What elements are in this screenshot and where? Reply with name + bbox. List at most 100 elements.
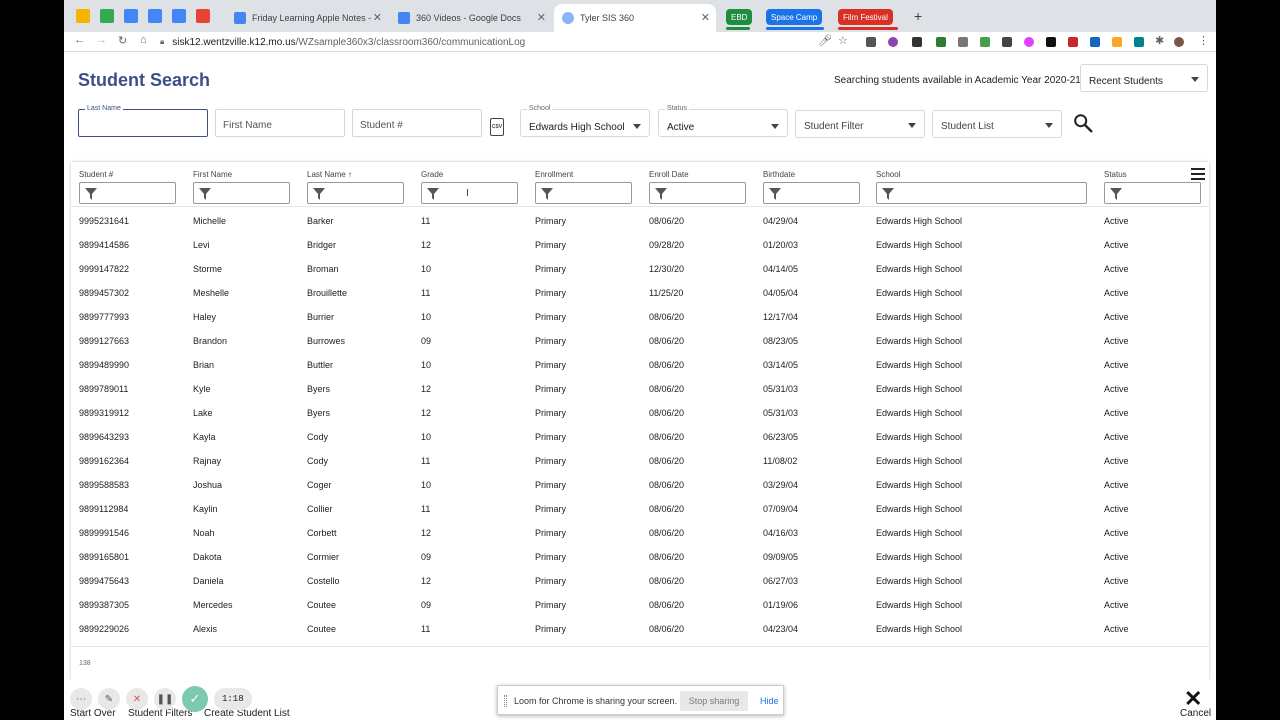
extension-icon[interactable]	[936, 37, 946, 47]
microphone-icon[interactable]: 🎤︎	[818, 34, 832, 47]
table-row[interactable]: 9899165801 Dakota Cormier 09 Primary 08/06/20…	[71, 545, 1209, 569]
reload-icon[interactable]: ↻	[118, 34, 127, 47]
kebab-menu-icon[interactable]: ⋮	[1198, 34, 1209, 47]
csv-export-icon[interactable]: CSV	[490, 118, 504, 136]
table-row[interactable]: 9899991546 Noah Corbett 12 Primary 08/06/20 04…	[71, 521, 1209, 545]
cell-enrollment: Primary	[535, 336, 566, 346]
column-header-last-name[interactable]: Last Name ↑	[307, 170, 352, 179]
table-row[interactable]: 9899475643 Daniela Costello 12 Primary 08/06/…	[71, 569, 1209, 593]
more-options-icon[interactable]: ⋯	[70, 688, 92, 710]
address-bar[interactable]: 🔒︎ sisk12.wentzville.k12.mo.us/WZsample3…	[160, 34, 860, 50]
first-name-field[interactable]: First Name	[215, 109, 345, 137]
filter-school[interactable]	[876, 182, 1087, 204]
extension-icon[interactable]	[1134, 37, 1144, 47]
column-header-first-name[interactable]: First Name	[193, 170, 232, 179]
hide-button[interactable]: Hide	[760, 696, 779, 706]
filter-last-name[interactable]	[307, 182, 404, 204]
table-row[interactable]: 9899588583 Joshua Coger 10 Primary 08/06/20 03…	[71, 473, 1209, 497]
extension-icon[interactable]	[1068, 37, 1078, 47]
grid-menu-icon[interactable]	[1191, 168, 1205, 183]
column-header-enrollment[interactable]: Enrollment	[535, 170, 573, 179]
table-row[interactable]: 9899414586 Levi Bridger 12 Primary 09/28/20 01…	[71, 233, 1209, 257]
table-row[interactable]: 9899127663 Brandon Burrowes 09 Primary 08/06/…	[71, 329, 1209, 353]
tab-360-videos[interactable]: 360 Videos - Google Docs ✕	[390, 4, 552, 32]
filter-first-name[interactable]	[193, 182, 290, 204]
table-row[interactable]: 9899777993 Haley Burrier 10 Primary 08/06/20 1…	[71, 305, 1209, 329]
search-icon[interactable]	[1072, 112, 1094, 134]
table-row[interactable]: 9899112984 Kaylin Collier 11 Primary 08/06/20…	[71, 497, 1209, 521]
extension-icon[interactable]	[888, 37, 898, 47]
finish-recording-icon[interactable]: ✓	[182, 686, 208, 712]
pinned-tab-classroom-icon[interactable]	[124, 9, 138, 23]
pinned-tab-drive-icon[interactable]	[100, 9, 114, 23]
student-number-field[interactable]: Student #	[352, 109, 482, 137]
table-row[interactable]: 9899489990 Brian Buttler 10 Primary 08/06/20 0…	[71, 353, 1209, 377]
tab-group-space-camp[interactable]: Space Camp	[766, 9, 823, 25]
extension-icon[interactable]	[1046, 37, 1056, 47]
cell-enroll-date: 08/06/20	[649, 480, 685, 490]
tab-group-ebd-underline	[726, 27, 750, 30]
bookmark-star-icon[interactable]: ☆	[838, 34, 848, 47]
extension-icon[interactable]	[866, 37, 876, 47]
new-tab-button[interactable]: +	[914, 8, 922, 24]
table-row[interactable]: 9999147822 Storme Broman 10 Primary 12/30/20 0…	[71, 257, 1209, 281]
pinned-tab-gmail-icon[interactable]	[196, 9, 210, 23]
column-header-grade[interactable]: Grade	[421, 170, 443, 179]
close-tab-icon[interactable]: ✕	[701, 11, 710, 24]
last-name-input[interactable]	[85, 120, 195, 131]
profile-avatar[interactable]	[1174, 37, 1184, 47]
column-header-status[interactable]: Status	[1104, 170, 1127, 179]
extension-icon[interactable]	[1024, 37, 1034, 47]
table-row[interactable]: 9899457302 Meshelle Brouillette 11 Primary 11…	[71, 281, 1209, 305]
column-header-school[interactable]: School	[876, 170, 900, 179]
filter-status[interactable]	[1104, 182, 1201, 204]
extension-icon[interactable]	[1090, 37, 1100, 47]
extension-icon[interactable]	[980, 37, 990, 47]
pause-icon[interactable]: ❚❚	[154, 688, 176, 710]
cell-enrollment: Primary	[535, 408, 566, 418]
pinned-tab-keep-icon[interactable]	[76, 9, 90, 23]
cancel-button[interactable]: Cancel	[1180, 708, 1211, 719]
filter-enrollment[interactable]	[535, 182, 632, 204]
home-icon[interactable]: ⌂	[140, 34, 147, 46]
extension-icon[interactable]	[1112, 37, 1122, 47]
forward-icon[interactable]: →	[96, 34, 107, 46]
stop-sharing-button[interactable]: Stop sharing	[680, 691, 748, 711]
cancel-recording-icon[interactable]: ✕	[126, 688, 148, 710]
close-tab-icon[interactable]: ✕	[537, 11, 546, 24]
filter-student-number[interactable]	[79, 182, 176, 204]
tab-group-film-festival[interactable]: Film Festival	[838, 9, 893, 25]
filter-birthdate[interactable]	[763, 182, 860, 204]
column-header-student-number[interactable]: Student #	[79, 170, 113, 179]
tab-group-ebd[interactable]: EBD	[726, 9, 753, 25]
status-value: Active	[667, 122, 695, 133]
puzzle-extensions-icon[interactable]: ✱	[1155, 34, 1164, 47]
table-row[interactable]: 9995231641 Michelle Barker 11 Primary 08/06/2…	[71, 209, 1209, 233]
close-tab-icon[interactable]: ✕	[373, 11, 382, 24]
extension-icon[interactable]	[1002, 37, 1012, 47]
tab-friday-learning[interactable]: Friday Learning Apple Notes - ✕	[226, 4, 388, 32]
column-header-enroll-date[interactable]: Enroll Date	[649, 170, 689, 179]
table-row[interactable]: 9899643293 Kayla Cody 10 Primary 08/06/20 06/2…	[71, 425, 1209, 449]
back-icon[interactable]: ←	[74, 34, 85, 46]
table-row[interactable]: 9899387305 Mercedes Coutee 09 Primary 08/06/2…	[71, 593, 1209, 617]
extension-icon[interactable]	[958, 37, 968, 47]
filter-enroll-date[interactable]	[649, 182, 746, 204]
school-select[interactable]: School Edwards High School	[520, 105, 650, 137]
column-header-birthdate[interactable]: Birthdate	[763, 170, 795, 179]
student-filter-select[interactable]: Student Filter	[795, 110, 925, 138]
status-select[interactable]: Status Active	[658, 105, 788, 137]
pinned-tab-docs-icon[interactable]	[148, 9, 162, 23]
table-row[interactable]: 9899789011 Kyle Byers 12 Primary 08/06/20 05/3…	[71, 377, 1209, 401]
pinned-tab-docs-icon-2[interactable]	[172, 9, 186, 23]
tab-tyler-sis[interactable]: Tyler SIS 360 ✕	[554, 4, 716, 32]
draw-tool-icon[interactable]: ✎	[98, 688, 120, 710]
table-row[interactable]: 9899229026 Alexis Coutee 11 Primary 08/06/20 0…	[71, 617, 1209, 641]
extension-icon[interactable]	[912, 37, 922, 47]
recent-students-select[interactable]: Recent Students	[1080, 64, 1208, 92]
last-name-field[interactable]: Last Name	[78, 105, 208, 137]
student-list-select[interactable]: Student List	[932, 110, 1062, 138]
table-row[interactable]: 9899319912 Lake Byers 12 Primary 08/06/20 05/3…	[71, 401, 1209, 425]
table-row[interactable]: 9899162364 Rajnay Cody 11 Primary 08/06/20 11/…	[71, 449, 1209, 473]
drag-handle[interactable]	[504, 695, 507, 707]
